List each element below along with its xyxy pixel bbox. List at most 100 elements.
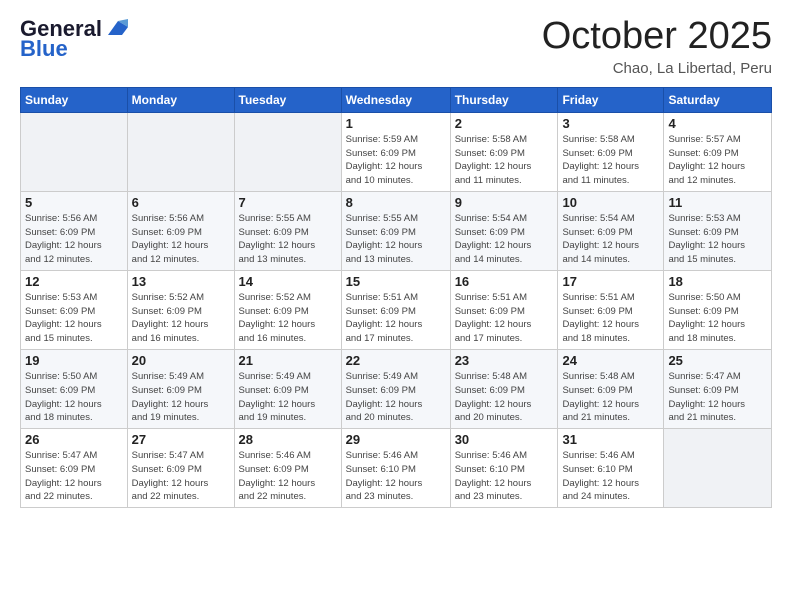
day-info: Sunrise: 5:48 AM Sunset: 6:09 PM Dayligh… bbox=[455, 370, 554, 425]
logo-blue-text: Blue bbox=[20, 36, 68, 62]
calendar-week-5: 26 Sunrise: 5:47 AM Sunset: 6:09 PM Dayli… bbox=[21, 429, 772, 508]
day-number: 2 bbox=[455, 116, 554, 131]
table-cell: 9Sunrise: 5:54 AM Sunset: 6:09 PM Daylig… bbox=[450, 191, 558, 270]
day-info: Sunrise: 5:58 AM Sunset: 6:09 PM Dayligh… bbox=[455, 133, 554, 188]
day-info: Sunrise: 5:55 AM Sunset: 6:09 PM Dayligh… bbox=[239, 212, 337, 267]
day-number: 15 bbox=[346, 274, 446, 289]
calendar-table: Sunday Monday Tuesday Wednesday Thursday… bbox=[20, 87, 772, 508]
calendar-week-2: 5 Sunrise: 5:56 AM Sunset: 6:09 PM Daylig… bbox=[21, 191, 772, 270]
day-info: Sunrise: 5:46 AM Sunset: 6:10 PM Dayligh… bbox=[562, 449, 659, 504]
day-number: 12 bbox=[25, 274, 123, 289]
day-info: Sunrise: 5:47 AM Sunset: 6:09 PM Dayligh… bbox=[668, 370, 767, 425]
day-number: 14 bbox=[239, 274, 337, 289]
day-number: 10 bbox=[562, 195, 659, 210]
page: General Blue October 2025 Chao, La Liber… bbox=[0, 0, 792, 612]
table-cell: 14 Sunrise: 5:52 AM Sunset: 6:09 PM Dayli… bbox=[234, 270, 341, 349]
day-info: Sunrise: 5:54 AM Sunset: 6:09 PM Dayligh… bbox=[562, 212, 659, 267]
table-cell: 28 Sunrise: 5:46 AM Sunset: 6:09 PM Dayli… bbox=[234, 429, 341, 508]
table-cell: 3Sunrise: 5:58 AM Sunset: 6:09 PM Daylig… bbox=[558, 112, 664, 191]
day-number: 16 bbox=[455, 274, 554, 289]
day-number: 20 bbox=[132, 353, 230, 368]
table-cell: 10 Sunrise: 5:54 AM Sunset: 6:09 PM Dayli… bbox=[558, 191, 664, 270]
table-cell: 22Sunrise: 5:49 AM Sunset: 6:09 PM Dayli… bbox=[341, 349, 450, 428]
day-number: 4 bbox=[668, 116, 767, 131]
table-cell: 21Sunrise: 5:49 AM Sunset: 6:09 PM Dayli… bbox=[234, 349, 341, 428]
day-info: Sunrise: 5:49 AM Sunset: 6:09 PM Dayligh… bbox=[132, 370, 230, 425]
day-info: Sunrise: 5:50 AM Sunset: 6:09 PM Dayligh… bbox=[668, 291, 767, 346]
table-cell: 2 Sunrise: 5:58 AM Sunset: 6:09 PM Daylig… bbox=[450, 112, 558, 191]
day-info: Sunrise: 5:47 AM Sunset: 6:09 PM Dayligh… bbox=[25, 449, 123, 504]
table-cell: 15Sunrise: 5:51 AM Sunset: 6:09 PM Dayli… bbox=[341, 270, 450, 349]
day-info: Sunrise: 5:52 AM Sunset: 6:09 PM Dayligh… bbox=[239, 291, 337, 346]
table-cell: 12 Sunrise: 5:53 AM Sunset: 6:09 PM Dayli… bbox=[21, 270, 128, 349]
logo: General Blue bbox=[20, 16, 132, 62]
day-info: Sunrise: 5:47 AM Sunset: 6:09 PM Dayligh… bbox=[132, 449, 230, 504]
day-info: Sunrise: 5:48 AM Sunset: 6:09 PM Dayligh… bbox=[562, 370, 659, 425]
day-info: Sunrise: 5:46 AM Sunset: 6:09 PM Dayligh… bbox=[239, 449, 337, 504]
table-cell: 19 Sunrise: 5:50 AM Sunset: 6:09 PM Dayli… bbox=[21, 349, 128, 428]
day-info: Sunrise: 5:54 AM Sunset: 6:09 PM Dayligh… bbox=[455, 212, 554, 267]
table-cell: 18 Sunrise: 5:50 AM Sunset: 6:09 PM Dayli… bbox=[664, 270, 772, 349]
table-cell bbox=[21, 112, 128, 191]
table-cell: 17Sunrise: 5:51 AM Sunset: 6:09 PM Dayli… bbox=[558, 270, 664, 349]
calendar-week-3: 12 Sunrise: 5:53 AM Sunset: 6:09 PM Dayli… bbox=[21, 270, 772, 349]
day-info: Sunrise: 5:59 AM Sunset: 6:09 PM Dayligh… bbox=[346, 133, 446, 188]
day-info: Sunrise: 5:56 AM Sunset: 6:09 PM Dayligh… bbox=[132, 212, 230, 267]
col-saturday: Saturday bbox=[664, 87, 772, 112]
table-cell: 23 Sunrise: 5:48 AM Sunset: 6:09 PM Dayli… bbox=[450, 349, 558, 428]
day-number: 8 bbox=[346, 195, 446, 210]
logo-bird-icon bbox=[104, 17, 132, 37]
day-info: Sunrise: 5:52 AM Sunset: 6:09 PM Dayligh… bbox=[132, 291, 230, 346]
day-info: Sunrise: 5:46 AM Sunset: 6:10 PM Dayligh… bbox=[455, 449, 554, 504]
day-number: 5 bbox=[25, 195, 123, 210]
col-sunday: Sunday bbox=[21, 87, 128, 112]
table-cell: 4Sunrise: 5:57 AM Sunset: 6:09 PM Daylig… bbox=[664, 112, 772, 191]
table-cell: 27 Sunrise: 5:47 AM Sunset: 6:09 PM Dayli… bbox=[127, 429, 234, 508]
day-number: 29 bbox=[346, 432, 446, 447]
location-subtitle: Chao, La Libertad, Peru bbox=[542, 60, 772, 77]
col-thursday: Thursday bbox=[450, 87, 558, 112]
day-info: Sunrise: 5:56 AM Sunset: 6:09 PM Dayligh… bbox=[25, 212, 123, 267]
day-number: 18 bbox=[668, 274, 767, 289]
day-number: 11 bbox=[668, 195, 767, 210]
day-info: Sunrise: 5:46 AM Sunset: 6:10 PM Dayligh… bbox=[346, 449, 446, 504]
calendar-header-row: Sunday Monday Tuesday Wednesday Thursday… bbox=[21, 87, 772, 112]
table-cell: 25 Sunrise: 5:47 AM Sunset: 6:09 PM Dayli… bbox=[664, 349, 772, 428]
calendar-week-1: 1Sunrise: 5:59 AM Sunset: 6:09 PM Daylig… bbox=[21, 112, 772, 191]
header-area: General Blue October 2025 Chao, La Liber… bbox=[20, 16, 772, 77]
table-cell: 1Sunrise: 5:59 AM Sunset: 6:09 PM Daylig… bbox=[341, 112, 450, 191]
day-number: 7 bbox=[239, 195, 337, 210]
col-wednesday: Wednesday bbox=[341, 87, 450, 112]
table-cell: 11 Sunrise: 5:53 AM Sunset: 6:09 PM Dayli… bbox=[664, 191, 772, 270]
table-cell: 26 Sunrise: 5:47 AM Sunset: 6:09 PM Dayli… bbox=[21, 429, 128, 508]
day-info: Sunrise: 5:53 AM Sunset: 6:09 PM Dayligh… bbox=[668, 212, 767, 267]
title-area: October 2025 Chao, La Libertad, Peru bbox=[542, 16, 772, 77]
table-cell: 7 Sunrise: 5:55 AM Sunset: 6:09 PM Daylig… bbox=[234, 191, 341, 270]
day-number: 22 bbox=[346, 353, 446, 368]
table-cell: 31 Sunrise: 5:46 AM Sunset: 6:10 PM Dayli… bbox=[558, 429, 664, 508]
day-number: 6 bbox=[132, 195, 230, 210]
day-number: 27 bbox=[132, 432, 230, 447]
day-number: 23 bbox=[455, 353, 554, 368]
day-number: 28 bbox=[239, 432, 337, 447]
table-cell: 8Sunrise: 5:55 AM Sunset: 6:09 PM Daylig… bbox=[341, 191, 450, 270]
table-cell: 30 Sunrise: 5:46 AM Sunset: 6:10 PM Dayli… bbox=[450, 429, 558, 508]
day-info: Sunrise: 5:49 AM Sunset: 6:09 PM Dayligh… bbox=[239, 370, 337, 425]
table-cell: 16 Sunrise: 5:51 AM Sunset: 6:09 PM Dayli… bbox=[450, 270, 558, 349]
day-info: Sunrise: 5:51 AM Sunset: 6:09 PM Dayligh… bbox=[455, 291, 554, 346]
day-number: 19 bbox=[25, 353, 123, 368]
table-cell: 24Sunrise: 5:48 AM Sunset: 6:09 PM Dayli… bbox=[558, 349, 664, 428]
table-cell: 6 Sunrise: 5:56 AM Sunset: 6:09 PM Daylig… bbox=[127, 191, 234, 270]
col-tuesday: Tuesday bbox=[234, 87, 341, 112]
day-number: 26 bbox=[25, 432, 123, 447]
day-number: 30 bbox=[455, 432, 554, 447]
day-number: 31 bbox=[562, 432, 659, 447]
day-info: Sunrise: 5:53 AM Sunset: 6:09 PM Dayligh… bbox=[25, 291, 123, 346]
table-cell: 29 Sunrise: 5:46 AM Sunset: 6:10 PM Dayli… bbox=[341, 429, 450, 508]
day-number: 13 bbox=[132, 274, 230, 289]
table-cell bbox=[664, 429, 772, 508]
table-cell: 20 Sunrise: 5:49 AM Sunset: 6:09 PM Dayli… bbox=[127, 349, 234, 428]
day-info: Sunrise: 5:50 AM Sunset: 6:09 PM Dayligh… bbox=[25, 370, 123, 425]
day-number: 25 bbox=[668, 353, 767, 368]
col-monday: Monday bbox=[127, 87, 234, 112]
